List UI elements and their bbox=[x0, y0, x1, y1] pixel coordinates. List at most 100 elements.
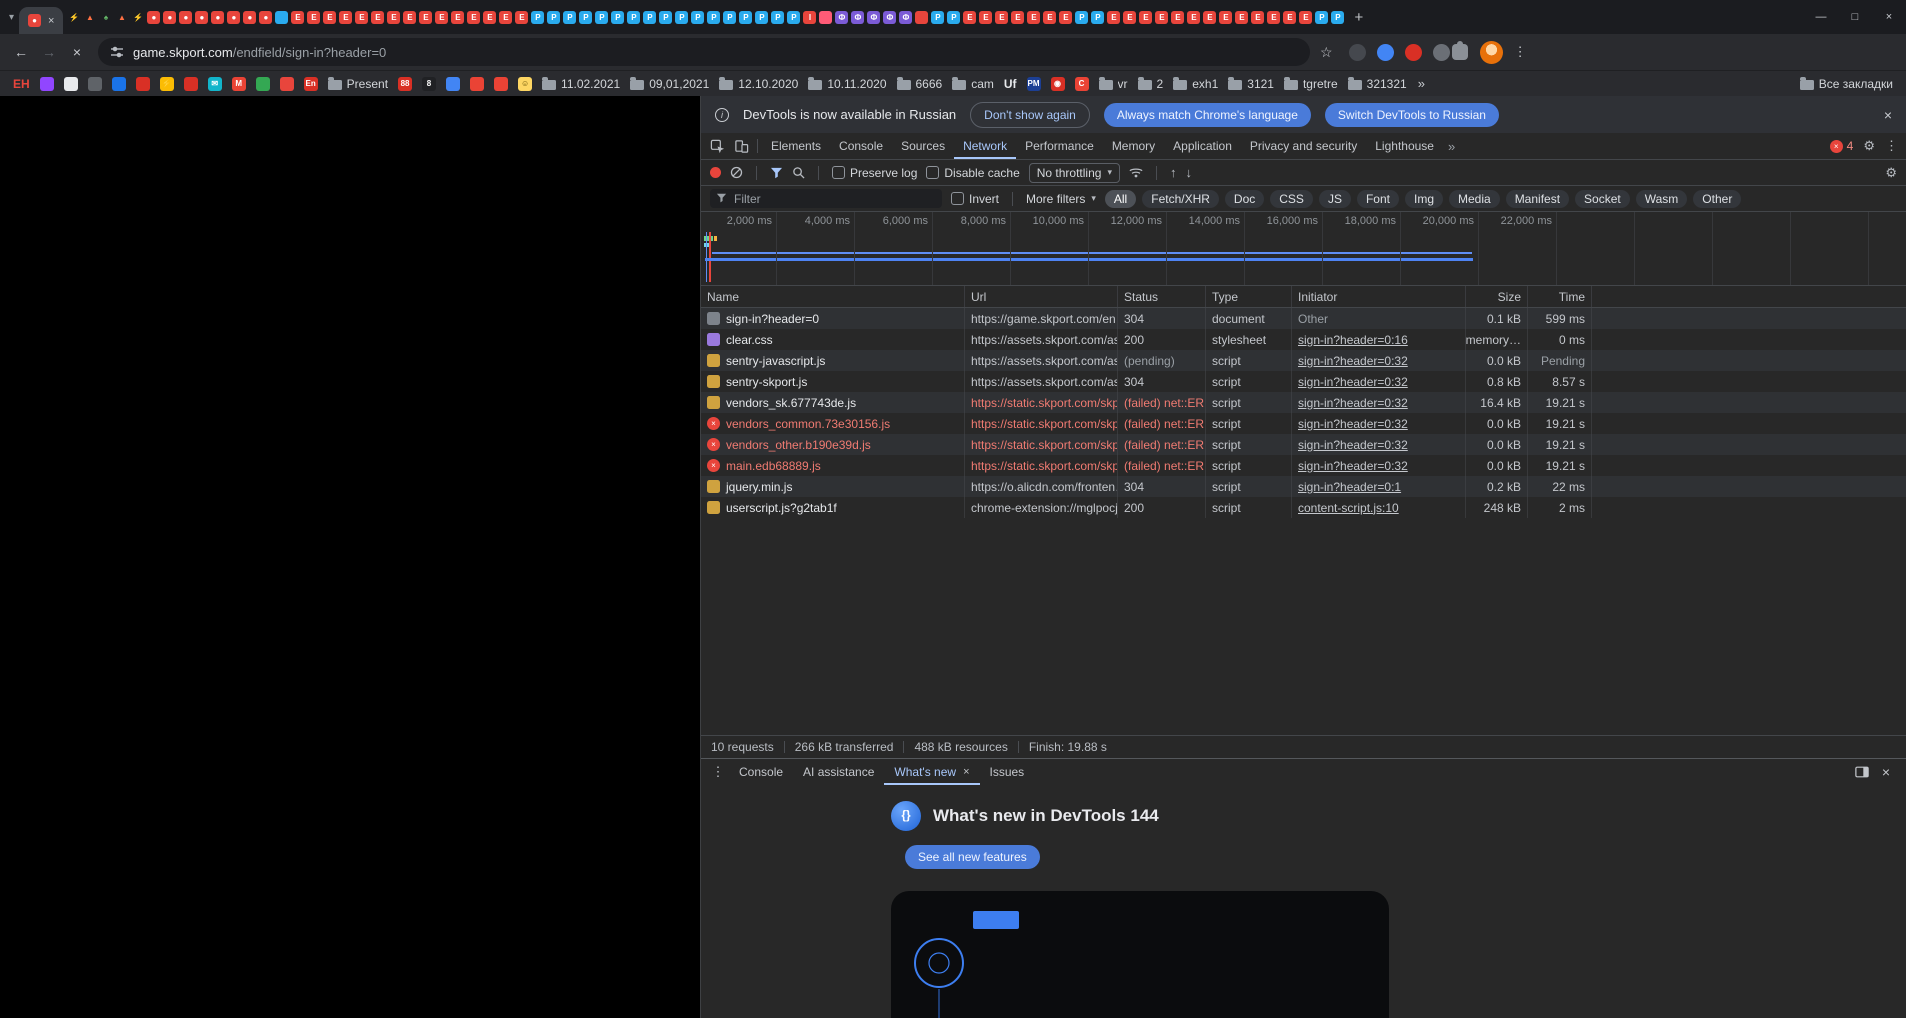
extension-icon[interactable] bbox=[1405, 44, 1422, 61]
tab-favicon[interactable]: Ф bbox=[851, 11, 864, 24]
tab-favicon[interactable]: Р bbox=[739, 11, 752, 24]
panel-tab-lighthouse[interactable]: Lighthouse bbox=[1366, 133, 1443, 159]
tab-favicon[interactable]: ● bbox=[227, 11, 240, 24]
network-overview-timeline[interactable]: 2,000 ms4,000 ms6,000 ms8,000 ms10,000 m… bbox=[701, 212, 1906, 286]
bookmark-item[interactable] bbox=[131, 75, 155, 93]
tab-favicon[interactable]: ♠ bbox=[99, 11, 112, 24]
device-toolbar-icon[interactable] bbox=[729, 139, 753, 154]
filter-chip-other[interactable]: Other bbox=[1693, 190, 1741, 208]
network-request-row[interactable]: sentry-skport.jshttps://assets.skport.co… bbox=[701, 371, 1906, 392]
tab-favicon[interactable]: Е bbox=[403, 11, 416, 24]
invert-checkbox[interactable]: Invert bbox=[951, 192, 999, 206]
column-header-type[interactable]: Type bbox=[1206, 286, 1292, 307]
network-request-row[interactable]: jquery.min.jshttps://o.alicdn.com/fronte… bbox=[701, 476, 1906, 497]
network-settings-gear-icon[interactable]: ⚙ bbox=[1885, 165, 1897, 181]
extension-icon[interactable] bbox=[1377, 44, 1394, 61]
bookmark-item[interactable]: 88 bbox=[393, 75, 417, 93]
tab-favicon[interactable]: Е bbox=[1011, 11, 1024, 24]
tab-favicon[interactable]: Е bbox=[995, 11, 1008, 24]
tab-favicon[interactable]: Е bbox=[1283, 11, 1296, 24]
bookmark-item[interactable] bbox=[59, 75, 83, 93]
tab-favicon[interactable]: Р bbox=[659, 11, 672, 24]
network-request-row[interactable]: sentry-javascript.jshttps://assets.skpor… bbox=[701, 350, 1906, 371]
tab-favicon[interactable]: Р bbox=[611, 11, 624, 24]
tab-favicon[interactable] bbox=[275, 11, 288, 24]
bookmark-folder[interactable]: Present bbox=[323, 75, 393, 93]
panel-tab-application[interactable]: Application bbox=[1164, 133, 1241, 159]
tab-search-button[interactable]: ▾ bbox=[4, 12, 19, 23]
drawer-tab-ai-assistance[interactable]: AI assistance bbox=[793, 759, 884, 785]
tab-favicon[interactable]: Р bbox=[563, 11, 576, 24]
bookmark-item[interactable] bbox=[275, 75, 299, 93]
devtools-menu-icon[interactable]: ⋮ bbox=[1885, 138, 1898, 154]
network-request-row[interactable]: sign-in?header=0https://game.skport.com/… bbox=[701, 308, 1906, 329]
filter-chip-socket[interactable]: Socket bbox=[1575, 190, 1630, 208]
tab-favicon[interactable]: ● bbox=[163, 11, 176, 24]
bookmark-folder[interactable]: 12.10.2020 bbox=[714, 75, 803, 93]
tab-favicon[interactable]: Р bbox=[1075, 11, 1088, 24]
tab-favicon[interactable]: Р bbox=[531, 11, 544, 24]
column-header-initiator[interactable]: Initiator bbox=[1292, 286, 1466, 307]
tab-favicon[interactable]: ▲ bbox=[115, 11, 128, 24]
tab-favicon[interactable]: Е bbox=[1235, 11, 1248, 24]
initiator-link[interactable]: sign-in?header=0:32 bbox=[1298, 375, 1408, 389]
drawer-tab-issues[interactable]: Issues bbox=[980, 759, 1035, 785]
site-settings-icon[interactable] bbox=[110, 45, 124, 59]
tab-favicon[interactable]: Е bbox=[355, 11, 368, 24]
tab-favicon[interactable]: ⚡ bbox=[67, 11, 80, 24]
checkbox[interactable] bbox=[951, 192, 964, 205]
tab-favicon[interactable]: І bbox=[803, 11, 816, 24]
tab-favicon[interactable]: Ф bbox=[867, 11, 880, 24]
filter-chip-wasm[interactable]: Wasm bbox=[1636, 190, 1688, 208]
switch-russian-button[interactable]: Switch DevTools to Russian bbox=[1325, 103, 1499, 127]
bookmark-item[interactable]: ☺ bbox=[513, 75, 537, 93]
back-button[interactable]: ← bbox=[8, 39, 34, 65]
tab-favicon[interactable]: ⚡ bbox=[131, 11, 144, 24]
tab-favicon[interactable]: Р bbox=[1091, 11, 1104, 24]
disable-cache-checkbox[interactable]: Disable cache bbox=[926, 166, 1019, 180]
browser-menu-icon[interactable]: ⋮ bbox=[1505, 44, 1536, 60]
tab-favicon[interactable]: Е bbox=[371, 11, 384, 24]
column-header-status[interactable]: Status bbox=[1118, 286, 1206, 307]
panel-tab-sources[interactable]: Sources bbox=[892, 133, 954, 159]
bookmark-item[interactable]: En bbox=[299, 75, 323, 93]
tab-favicon[interactable]: Е bbox=[1107, 11, 1120, 24]
dock-panel-icon[interactable] bbox=[1855, 766, 1869, 778]
bookmark-item[interactable] bbox=[179, 75, 203, 93]
tab-favicon[interactable] bbox=[819, 11, 832, 24]
column-header-url[interactable]: Url bbox=[965, 286, 1118, 307]
tab-favicon[interactable]: Р bbox=[707, 11, 720, 24]
bookmark-item[interactable]: ⚡ bbox=[155, 75, 179, 93]
minimize-button[interactable]: — bbox=[1804, 11, 1838, 23]
panel-tab-console[interactable]: Console bbox=[830, 133, 892, 159]
tab-favicon[interactable]: Е bbox=[1187, 11, 1200, 24]
network-request-row[interactable]: userscript.js?g2tab1fchrome-extension://… bbox=[701, 497, 1906, 518]
network-request-row[interactable]: clear.csshttps://assets.skport.com/as…20… bbox=[701, 329, 1906, 350]
tab-favicon[interactable]: Е bbox=[1059, 11, 1072, 24]
error-badge[interactable]: × 4 bbox=[1830, 139, 1854, 153]
tab-favicon[interactable]: Е bbox=[323, 11, 336, 24]
tab-favicon[interactable]: Е bbox=[1203, 11, 1216, 24]
tab-favicon[interactable]: Р bbox=[771, 11, 784, 24]
bookmark-item[interactable] bbox=[465, 75, 489, 93]
tab-favicon[interactable]: Е bbox=[963, 11, 976, 24]
initiator-link[interactable]: content-script.js:10 bbox=[1298, 501, 1399, 515]
network-conditions-icon[interactable] bbox=[1129, 167, 1143, 178]
more-tabs-chevron[interactable]: » bbox=[1443, 139, 1460, 154]
tab-favicon[interactable]: Р bbox=[931, 11, 944, 24]
bookmark-item[interactable] bbox=[83, 75, 107, 93]
tab-favicon[interactable]: ▲ bbox=[83, 11, 96, 24]
tab-favicon[interactable]: Е bbox=[387, 11, 400, 24]
network-request-row[interactable]: ×vendors_common.73e30156.jshttps://stati… bbox=[701, 413, 1906, 434]
filter-chip-css[interactable]: CSS bbox=[1270, 190, 1313, 208]
tab-favicon[interactable]: Р bbox=[1315, 11, 1328, 24]
tab-favicon[interactable]: Е bbox=[1299, 11, 1312, 24]
profile-avatar[interactable] bbox=[1480, 41, 1503, 64]
tab-favicon[interactable]: Е bbox=[1043, 11, 1056, 24]
search-icon[interactable] bbox=[792, 166, 805, 179]
bookmark-star-icon[interactable]: ☆ bbox=[1312, 44, 1341, 61]
inspect-element-icon[interactable] bbox=[705, 139, 729, 154]
bookmark-item[interactable]: Uf bbox=[999, 75, 1022, 93]
clear-icon[interactable] bbox=[730, 166, 743, 179]
network-request-row[interactable]: ×main.edb68889.jshttps://static.skport.c… bbox=[701, 455, 1906, 476]
